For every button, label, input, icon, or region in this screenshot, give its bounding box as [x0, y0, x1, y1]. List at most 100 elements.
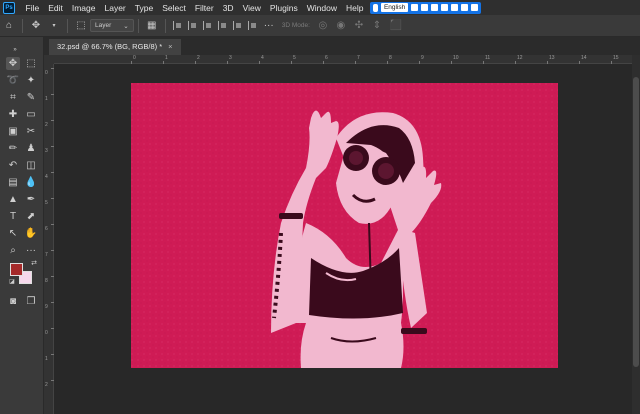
path-selection-tool-icon[interactable]: ⬈ [24, 210, 38, 223]
3d-pan-icon[interactable]: ✣ [354, 20, 364, 31]
divider [137, 18, 139, 33]
ime-keyboard-icon[interactable] [431, 4, 439, 11]
photoshop-logo-icon[interactable]: Ps [3, 1, 15, 14]
blur-tool-icon[interactable]: 💧 [24, 176, 38, 189]
swap-colors-icon[interactable]: ⇄ [30, 259, 38, 267]
ruler-tick [451, 61, 452, 64]
3d-slide-icon[interactable]: ⇕ [372, 20, 382, 31]
menu-view[interactable]: View [238, 3, 265, 13]
menu-layer[interactable]: Layer [100, 3, 130, 13]
ruler-label: 4 [261, 55, 264, 61]
close-icon[interactable]: × [168, 39, 172, 55]
ruler-tick [291, 61, 292, 64]
ime-mode-icon[interactable] [411, 4, 419, 11]
image-canvas[interactable] [131, 83, 558, 368]
foreground-color-swatch[interactable] [10, 263, 23, 276]
menu-window[interactable]: Window [302, 3, 341, 13]
ime-language-button[interactable]: English [380, 3, 409, 12]
horizontal-ruler[interactable]: 0 1 2 3 4 5 6 7 8 9 10 11 12 13 14 15 [54, 55, 632, 64]
auto-select-icon[interactable]: ⬚ [76, 20, 86, 31]
clone-stamp-tool-icon[interactable]: ♟ [24, 142, 38, 155]
frame-tool-icon[interactable]: ▣ [6, 125, 20, 138]
scrollbar-thumb[interactable] [633, 77, 639, 367]
marquee-tool-icon[interactable]: ⬚ [24, 57, 38, 70]
eyedropper-tool-icon[interactable]: ✎ [24, 91, 38, 104]
menu-select[interactable]: Select [158, 3, 191, 13]
quick-mask-icon[interactable]: ◙ [6, 295, 20, 308]
vertical-scrollbar[interactable] [632, 55, 640, 414]
ruler-label: 8 [45, 278, 48, 284]
ime-power-icon[interactable] [471, 4, 479, 11]
ime-punctuation-icon[interactable] [421, 4, 429, 11]
ruler-tick [163, 61, 164, 64]
ime-save-icon[interactable] [441, 4, 449, 11]
ruler-tick [259, 61, 260, 64]
ime-toolbar: English [369, 1, 482, 14]
document-tab[interactable]: 32.psd @ 66.7% (BG, RGB/8) * × [49, 39, 181, 55]
ruler-tick [51, 328, 54, 329]
menu-3d[interactable]: 3D [218, 3, 238, 13]
menu-edit[interactable]: Edit [44, 3, 68, 13]
screen-mode-icon[interactable]: ❐ [24, 295, 38, 308]
ruler-label: 9 [45, 304, 48, 310]
align-top-icon[interactable] [217, 21, 227, 30]
auto-select-target-dropdown[interactable]: Layer ⌄ [90, 19, 134, 32]
ruler-label: 7 [45, 252, 48, 258]
ime-settings-icon[interactable] [461, 4, 469, 11]
type-tool-icon[interactable]: T [6, 210, 20, 223]
collapse-toolbox-icon[interactable]: » [8, 43, 22, 56]
move-tool-icon[interactable]: ✥ [6, 57, 20, 70]
align-right-icon[interactable] [202, 21, 212, 30]
crop-tool-icon[interactable]: ⌗ [6, 91, 20, 104]
more-tools-icon[interactable]: ··· [24, 244, 38, 257]
align-center-h-icon[interactable] [187, 21, 197, 30]
direct-selection-tool-icon[interactable]: ↖ [6, 227, 20, 240]
menu-plugins[interactable]: Plugins [265, 3, 302, 13]
3d-scale-icon[interactable]: ⬛ [390, 20, 402, 31]
ruler-label: 2 [45, 382, 48, 388]
dodge-tool-icon[interactable]: ▲ [6, 193, 20, 206]
microphone-icon[interactable] [372, 3, 378, 12]
3d-rotate-icon[interactable]: ◎ [318, 20, 328, 31]
pattern-tool-icon[interactable]: ✂ [24, 125, 38, 138]
menu-help[interactable]: Help [341, 3, 367, 13]
menu-type[interactable]: Type [130, 3, 157, 13]
menu-file[interactable]: File [21, 3, 44, 13]
pen-tool-icon[interactable]: ✒ [24, 193, 38, 206]
show-transform-controls-icon[interactable]: ▦ [147, 20, 157, 31]
move-tool-icon[interactable]: ✥ [31, 20, 41, 31]
ruler-tick [51, 276, 54, 277]
ruler-origin[interactable] [44, 55, 54, 64]
align-bottom-icon[interactable] [247, 21, 257, 30]
gradient-tool-icon[interactable]: ▤ [6, 176, 20, 189]
bandaid-tool-icon[interactable]: ▭ [24, 108, 38, 121]
3d-mode-label: 3D Mode: [281, 22, 310, 29]
lasso-tool-icon[interactable]: ➰ [6, 74, 20, 87]
menu-filter[interactable]: Filter [190, 3, 218, 13]
ruler-label: 6 [45, 226, 48, 232]
object-selection-tool-icon[interactable]: ✦ [24, 74, 38, 87]
default-colors-icon[interactable]: ◪ [8, 277, 16, 285]
3d-roll-icon[interactable]: ◉ [336, 20, 346, 31]
ruler-label: 0 [45, 70, 48, 76]
hand-tool-icon[interactable]: ✋ [24, 227, 38, 240]
align-left-icon[interactable] [172, 21, 182, 30]
eraser-tool-icon[interactable]: ◫ [24, 159, 38, 172]
ruler-tick [51, 120, 54, 121]
healing-brush-tool-icon[interactable]: ✚ [6, 108, 20, 121]
document-tab-title: 32.psd @ 66.7% (BG, RGB/8) * [57, 42, 163, 51]
ruler-tick [51, 146, 54, 147]
menu-image[interactable]: Image [67, 3, 100, 13]
history-brush-tool-icon[interactable]: ↶ [6, 159, 20, 172]
document-tab-bar: 32.psd @ 66.7% (BG, RGB/8) * × [44, 37, 640, 55]
align-center-v-icon[interactable] [232, 21, 242, 30]
ruler-tick [51, 302, 54, 303]
more-options-icon[interactable]: ··· [264, 20, 274, 31]
ime-skin-icon[interactable] [451, 4, 459, 11]
zoom-tool-icon[interactable]: ⌕ [6, 244, 20, 257]
chevron-down-icon[interactable]: ▾ [49, 21, 59, 31]
ruler-tick [355, 61, 356, 64]
brush-tool-icon[interactable]: ✏ [6, 142, 20, 155]
vertical-ruler[interactable]: 0 1 2 3 4 5 6 7 8 9 0 1 2 [44, 64, 54, 414]
home-icon[interactable]: ⌂ [4, 20, 14, 31]
